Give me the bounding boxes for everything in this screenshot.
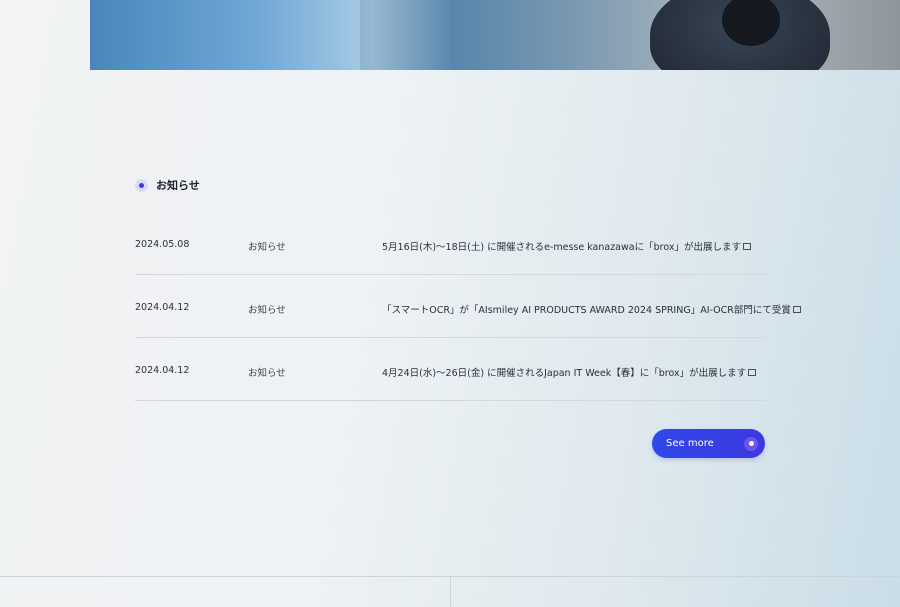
news-date: 2024.04.12: [135, 365, 190, 376]
section-dot-icon: [135, 178, 148, 192]
news-row[interactable]: 2024.04.12 お知らせ 「スマートOCR」が「AIsmiley AI P…: [135, 275, 801, 338]
news-title-text: 5月16日(木)～18日(土) に開催されるe-messe kanazawaに「…: [382, 242, 741, 253]
external-link-icon: [742, 243, 751, 250]
news-title-link[interactable]: 4月24日(水)～26日(金) に開催されるJapan IT Week【春】に「…: [382, 365, 757, 379]
news-title-text: 「スマートOCR」が「AIsmiley AI PRODUCTS AWARD 20…: [382, 305, 791, 316]
news-row[interactable]: 2024.05.08 お知らせ 5月16日(木)～18日(土) に開催されるe-…: [135, 212, 767, 275]
news-date: 2024.05.08: [135, 239, 190, 250]
external-link-icon: [792, 306, 801, 313]
see-more-button[interactable]: See more: [652, 429, 765, 458]
news-title-link[interactable]: 「スマートOCR」が「AIsmiley AI PRODUCTS AWARD 20…: [382, 302, 801, 316]
news-section: お知らせ 2024.05.08 お知らせ 5月16日(木)～18日(土) に開催…: [90, 70, 900, 577]
section-title: お知らせ: [156, 179, 200, 192]
news-category: お知らせ: [248, 368, 286, 379]
news-title-link[interactable]: 5月16日(木)～18日(土) に開催されるe-messe kanazawaに「…: [382, 239, 751, 253]
news-date: 2024.04.12: [135, 302, 190, 313]
circle-dot-icon: [744, 436, 758, 451]
external-link-icon: [748, 369, 757, 376]
news-category: お知らせ: [248, 305, 286, 316]
news-list: 2024.05.08 お知らせ 5月16日(木)～18日(土) に開催されるe-…: [135, 212, 801, 401]
news-row[interactable]: 2024.04.12 お知らせ 4月24日(水)～26日(金) に開催されるJa…: [135, 338, 767, 401]
section-heading: お知らせ: [135, 177, 200, 193]
news-category: お知らせ: [248, 242, 286, 253]
hero-image: [90, 0, 900, 70]
hero-shadow: [360, 0, 660, 70]
news-title-text: 4月24日(水)～26日(金) に開催されるJapan IT Week【春】に「…: [382, 368, 747, 379]
footer-column-divider: [450, 577, 451, 607]
see-more-label: See more: [666, 438, 714, 449]
